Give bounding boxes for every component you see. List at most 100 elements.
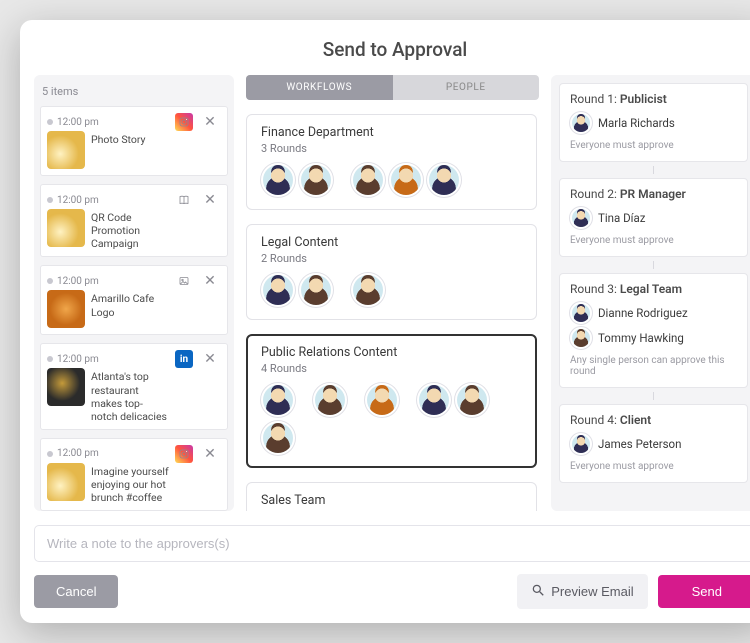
avatar (427, 163, 461, 197)
tab-workflows[interactable]: WORKFLOWS (246, 75, 393, 100)
avatar (570, 302, 592, 324)
round-connector (653, 261, 654, 269)
preview-email-label: Preview Email (551, 584, 633, 599)
workflow-card[interactable]: Finance Department 3 Rounds (246, 114, 537, 210)
round-heading: Round 1: Publicist (570, 92, 737, 106)
avatar (570, 433, 592, 455)
workflow-subtitle: 2 Rounds (261, 252, 522, 265)
person-name: Tommy Hawking (598, 331, 684, 345)
person-name: Dianne Rodriguez (598, 306, 688, 320)
item-time: 12:00 pm (47, 191, 169, 209)
note-input[interactable] (34, 525, 750, 562)
workflow-card[interactable]: Public Relations Content 4 Rounds (246, 334, 537, 468)
round-person: James Peterson (570, 433, 737, 455)
round-heading: Round 3: Legal Team (570, 282, 737, 296)
item-thumbnail (47, 290, 85, 328)
round-connector (653, 166, 654, 174)
item-time: 12:00 pm (47, 272, 169, 290)
content-item[interactable]: 12:00 pm ✕ Photo Story (40, 106, 228, 176)
workflow-avatars (261, 273, 522, 307)
item-name: Photo Story (91, 131, 169, 169)
workflow-tabs: WORKFLOWS PEOPLE (246, 75, 539, 100)
remove-item-button[interactable]: ✕ (201, 272, 219, 290)
round-person: Tommy Hawking (570, 327, 737, 349)
items-panel: 5 items 12:00 pm✕Photo Story12:00 pm✕QR … (34, 75, 234, 511)
search-icon (531, 583, 545, 600)
approval-round: Round 2: PR Manager Tina Díaz Everyone mus… (559, 178, 748, 257)
item-thumbnail (47, 463, 85, 501)
avatar (389, 163, 423, 197)
avatar (351, 163, 385, 197)
workflows-panel: WORKFLOWS PEOPLE Finance Department 3 Rou… (246, 75, 539, 511)
person-name: Marla Richards (598, 116, 675, 130)
avatar (351, 273, 385, 307)
workflow-title: Finance Department (261, 125, 522, 140)
remove-item-button[interactable]: ✕ (201, 113, 219, 131)
round-rule: Everyone must approve (570, 140, 737, 151)
person-name: Tina Díaz (598, 211, 645, 225)
item-thumbnail (47, 368, 85, 406)
round-rule: Everyone must approve (570, 461, 737, 472)
dialog-footer: Cancel Preview Email Send (20, 511, 750, 623)
avatar (261, 421, 295, 455)
avatar (261, 383, 295, 417)
workflow-avatars (261, 383, 522, 455)
avatar (299, 163, 333, 197)
book-icon (175, 191, 193, 209)
round-connector (653, 392, 654, 400)
avatar (570, 112, 592, 134)
content-item[interactable]: 12:00 pm✕Imagine yourself enjoying our h… (40, 438, 228, 511)
approval-round: Round 3: Legal Team Dianne Rodriguez Tommy… (559, 273, 748, 388)
send-button[interactable]: Send (658, 575, 750, 608)
round-heading: Round 2: PR Manager (570, 187, 737, 201)
workflow-title: Sales Team (261, 493, 522, 508)
button-row: Cancel Preview Email Send (34, 574, 750, 609)
tab-people[interactable]: PEOPLE (393, 75, 540, 100)
rounds-panel: Round 1: Publicist Marla Richards Everyone… (551, 75, 750, 511)
main-content: 5 items 12:00 pm✕Photo Story12:00 pm✕QR … (20, 75, 750, 511)
content-item[interactable]: 12:00 pmin✕Atlanta's top restaurant make… (40, 343, 228, 430)
round-person: Tina Díaz (570, 207, 737, 229)
workflow-subtitle: 3 Rounds (261, 142, 522, 155)
item-time: 12:00 pm (47, 350, 169, 368)
avatar (299, 273, 333, 307)
workflow-subtitle: 4 Rounds (261, 362, 522, 375)
remove-item-button[interactable]: ✕ (201, 445, 219, 463)
workflow-title: Legal Content (261, 235, 522, 250)
item-name: Atlanta's top restaurant makes top-notch… (91, 368, 169, 423)
cancel-button[interactable]: Cancel (34, 575, 118, 608)
workflow-avatars (261, 163, 522, 197)
content-item[interactable]: 12:00 pm ✕ QR Code Promotion Campaign (40, 184, 228, 257)
content-item[interactable]: 12:00 pm ✕ Amarillo Cafe Logo (40, 265, 228, 335)
avatar (570, 327, 592, 349)
item-name: Imagine yourself enjoying our hot brunch… (91, 463, 169, 504)
item-thumbnail (47, 131, 85, 169)
workflow-card[interactable]: Sales Team2 Rounds (246, 482, 537, 511)
workflow-card[interactable]: Legal Content 2 Rounds (246, 224, 537, 320)
preview-email-button[interactable]: Preview Email (517, 574, 647, 609)
instagram-icon (175, 445, 193, 463)
dialog-title: Send to Approval (20, 20, 750, 75)
approval-dialog: Send to Approval 5 items 12:00 pm ✕ Photo … (20, 20, 750, 623)
image-icon (175, 272, 193, 290)
person-name: James Peterson (598, 437, 681, 451)
avatar (313, 383, 347, 417)
avatar (261, 273, 295, 307)
remove-item-button[interactable]: ✕ (201, 191, 219, 209)
item-name: Amarillo Cafe Logo (91, 290, 169, 328)
item-time: 12:00 pm (47, 113, 169, 131)
avatar (455, 383, 489, 417)
round-person: Marla Richards (570, 112, 737, 134)
round-person: Dianne Rodriguez (570, 302, 737, 324)
items-count-label: 5 items (40, 83, 228, 106)
instagram-icon (175, 113, 193, 131)
round-rule: Everyone must approve (570, 235, 737, 246)
item-name: QR Code Promotion Campaign (91, 209, 169, 250)
item-thumbnail (47, 209, 85, 247)
approval-round: Round 1: Publicist Marla Richards Everyone… (559, 83, 748, 162)
avatar (261, 163, 295, 197)
remove-item-button[interactable]: ✕ (201, 350, 219, 368)
workflow-title: Public Relations Content (261, 345, 522, 360)
round-heading: Round 4: Client (570, 413, 737, 427)
round-rule: Any single person can approve this round (570, 355, 737, 377)
